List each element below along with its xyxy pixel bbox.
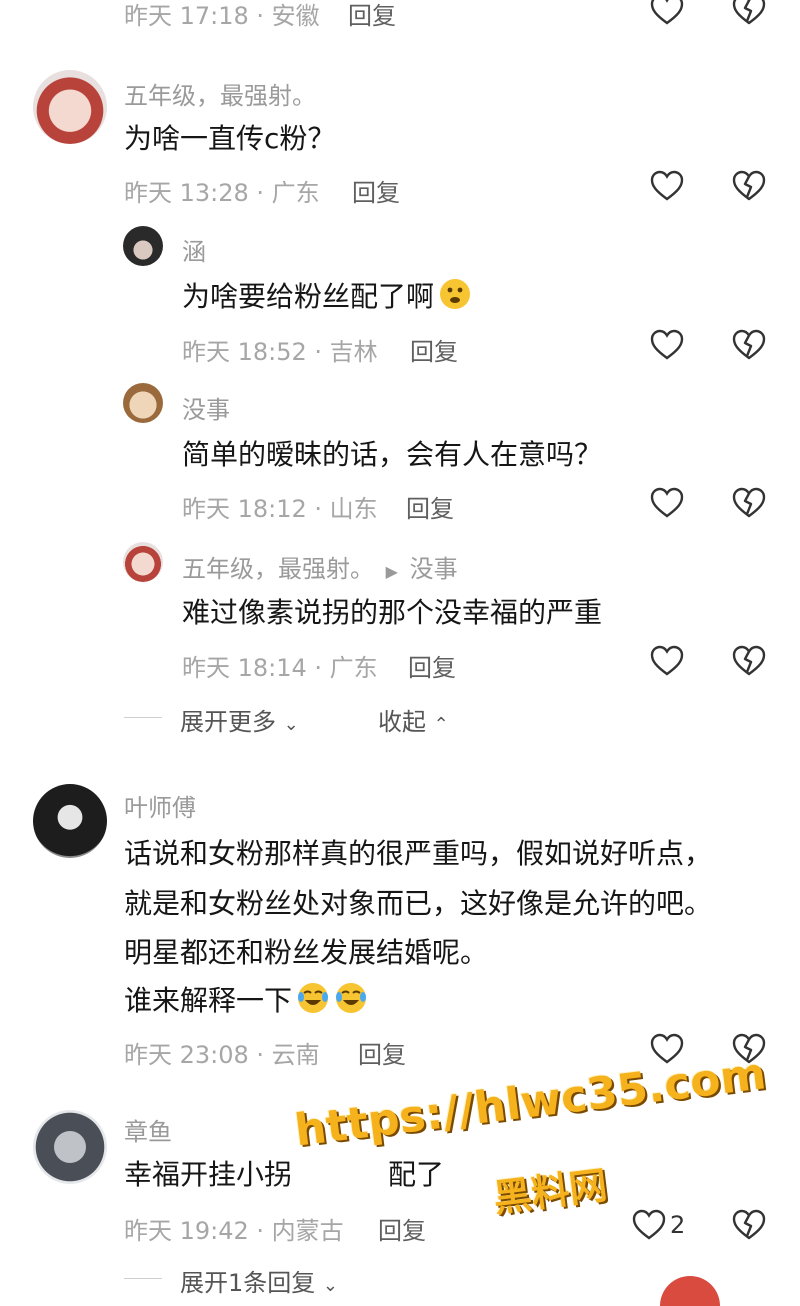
comment-text-content: 谁来解释一下 — [124, 984, 293, 1017]
expand-more-label: 展开更多 — [180, 708, 276, 736]
comment-meta: 昨天 18:14 · 广东 — [182, 654, 378, 682]
comment-meta: 昨天 18:52 · 吉林 — [182, 338, 378, 366]
like-icon[interactable] — [632, 1209, 666, 1241]
reply-button[interactable]: 回复 — [378, 1211, 426, 1246]
chevron-up-icon: ⌃ — [433, 714, 449, 735]
like-icon[interactable] — [650, 645, 684, 677]
comment-author[interactable]: 涵 — [182, 232, 206, 267]
expand-more-button[interactable]: 展开更多 ⌄ — [180, 702, 299, 737]
reply-arrow-icon: ▶ — [385, 562, 398, 581]
comment-text: 为啥一直传c粉？ — [124, 122, 336, 155]
laugh-cry-emoji-icon — [336, 983, 367, 1013]
reply-button[interactable]: 回复 — [406, 489, 454, 524]
comment-author[interactable]: 五年级，最强射。 ▶ 没事 — [182, 549, 458, 584]
comment-text-line: 谁来解释一下 — [124, 972, 368, 1029]
dislike-icon[interactable] — [732, 329, 766, 361]
divider — [124, 1278, 162, 1279]
comment-meta: 昨天 23:08 · 云南 — [124, 1041, 320, 1069]
comment-text-content: 为啥要给粉丝配了啊 — [182, 280, 435, 313]
comment-text-content: 幸福开挂小拐 — [124, 1158, 293, 1191]
divider — [124, 717, 162, 718]
comment-meta: 昨天 19:42 · 内蒙古 — [124, 1217, 344, 1245]
comment-text-tail: 配了 — [388, 1158, 445, 1191]
dislike-icon[interactable] — [732, 487, 766, 519]
expand-replies-button[interactable]: 展开1条回复 ⌄ — [180, 1263, 338, 1298]
comment-text: 幸福开挂小拐 配了 — [124, 1146, 444, 1203]
comment-text: 难过像素说拐的那个没幸福的严重 — [182, 596, 603, 629]
like-icon[interactable] — [650, 487, 684, 519]
reply-button[interactable]: 回复 — [358, 1035, 406, 1070]
comment-meta: 昨天 13:28 · 广东 — [124, 179, 320, 207]
avatar-partial — [660, 1276, 720, 1306]
avatar[interactable] — [123, 383, 163, 423]
thinking-emoji-icon — [440, 279, 471, 309]
watermark-site: 黑料网 — [491, 1163, 610, 1221]
comment-text-line: 话说和女粉那样真的很严重吗，假如说好听点， — [124, 837, 713, 870]
avatar[interactable] — [33, 70, 107, 144]
like-icon[interactable] — [650, 0, 684, 26]
avatar[interactable] — [33, 784, 107, 858]
dislike-icon[interactable] — [732, 1209, 766, 1241]
like-icon[interactable] — [650, 329, 684, 361]
expand-replies-label: 展开1条回复 — [180, 1269, 316, 1297]
comment-author[interactable]: 五年级，最强射。 — [124, 76, 316, 111]
reply-target[interactable]: 没事 — [410, 555, 458, 583]
dislike-icon[interactable] — [732, 0, 766, 26]
like-count: 2 — [670, 1211, 686, 1239]
reply-button[interactable]: 回复 — [410, 332, 458, 367]
collapse-label: 收起 — [378, 708, 426, 736]
reply-button[interactable]: 回复 — [352, 173, 400, 208]
comment-text: 简单的暧昧的话，会有人在意吗？ — [182, 438, 603, 471]
dislike-icon[interactable] — [732, 170, 766, 202]
dislike-icon[interactable] — [732, 645, 766, 677]
like-icon[interactable] — [650, 170, 684, 202]
reply-button[interactable]: 回复 — [408, 648, 456, 683]
comment-author[interactable]: 没事 — [182, 390, 230, 425]
collapse-button[interactable]: 收起 ⌃ — [378, 702, 449, 737]
laugh-cry-emoji-icon — [298, 983, 329, 1013]
chevron-down-icon: ⌄ — [283, 714, 299, 735]
avatar[interactable] — [123, 542, 163, 582]
avatar[interactable] — [33, 1110, 107, 1184]
comment-meta: 昨天 18:12 · 山东 — [182, 495, 378, 523]
comment-author[interactable]: 叶师傅 — [124, 788, 196, 823]
chevron-down-icon: ⌄ — [322, 1275, 339, 1296]
comment-text: 为啥要给粉丝配了啊 — [182, 268, 472, 325]
avatar[interactable] — [123, 226, 163, 266]
reply-author[interactable]: 五年级，最强射。 — [182, 555, 374, 583]
reply-button[interactable]: 回复 — [348, 0, 396, 31]
comment-author[interactable]: 章鱼 — [124, 1112, 172, 1147]
comment-meta: 昨天 17:18 · 安徽 — [124, 2, 320, 30]
